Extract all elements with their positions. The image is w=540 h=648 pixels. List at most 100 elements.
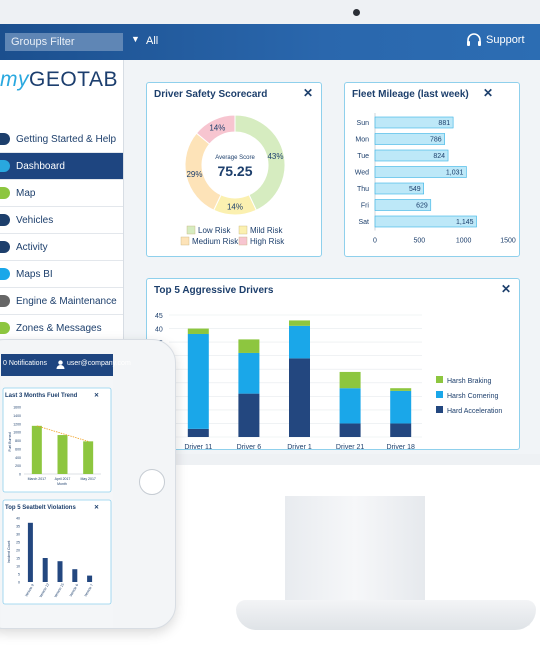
- fuel-bar: [83, 441, 94, 474]
- tablet-dashboard: Last 3 Months Fuel Trend ✕020040060080010…: [2, 387, 112, 605]
- safety-donut-chart: 43% 14% 29% 14% Average Score 75.25 Low Risk Mi…: [180, 114, 286, 246]
- support-label: Support: [486, 34, 525, 46]
- sidebar-item-vehicles[interactable]: Vehicles: [0, 207, 123, 234]
- y-tick-label: Mon: [355, 137, 369, 144]
- y-tick-label: 1600: [13, 406, 21, 410]
- seatbelt-bar: [72, 569, 78, 582]
- maps-bi-icon: [0, 268, 10, 280]
- support-button[interactable]: Support: [466, 33, 525, 47]
- legend-label: Hard Acceleration: [447, 408, 502, 415]
- mileage-bar-chart: Sun 881 Mon 786 Tue 824 Wed 1,031 Thu 549 Fri 629 Sa…: [355, 113, 516, 245]
- help-icon: [0, 133, 10, 145]
- bar-value-label: 1,145: [456, 219, 474, 226]
- sidebar-item-label: Engine & Maintenance: [16, 295, 117, 307]
- y-tick-label: Thu: [357, 186, 369, 193]
- y-tick-label: 25: [16, 541, 20, 545]
- scorecard-panel: Driver Safety Scorecard ✕ 43% 14% 29% 14% Av…: [146, 82, 322, 257]
- top-bar: Groups Filter ▼ All Support: [0, 24, 540, 60]
- sidebar-item-activity[interactable]: Activity: [0, 234, 123, 261]
- logo-brand: GEOTAB: [29, 68, 118, 91]
- stacked-bar-segment: [289, 358, 310, 437]
- bar-value-label: 549: [409, 186, 421, 193]
- legend-label: Low Risk: [198, 226, 231, 235]
- zones-icon: [0, 322, 10, 334]
- legend-label: Mild Risk: [250, 226, 283, 235]
- aggressive-panel: Top 5 Aggressive Drivers ✕ 0510152025303…: [146, 278, 520, 451]
- y-tick-label: 0: [19, 473, 21, 477]
- y-tick-label: Fri: [361, 203, 370, 210]
- fuel-title: Last 3 Months Fuel Trend: [5, 393, 78, 399]
- y-tick-label: 400: [15, 456, 21, 460]
- y-tick-label: Sat: [358, 219, 369, 226]
- legend-swatch: [186, 225, 196, 235]
- sidebar-item-dashboard[interactable]: Dashboard: [0, 153, 123, 180]
- x-tick-label: Driver 6: [237, 444, 262, 451]
- stacked-bar-segment: [238, 393, 260, 437]
- seatbelt-title: Top 5 Seatbelt Violations: [5, 505, 76, 511]
- geotab-logo: myGEOTAB: [0, 68, 118, 92]
- y-tick-label: Sun: [357, 120, 370, 127]
- bar-value-label: 629: [416, 203, 428, 210]
- x-tick-label: 0: [373, 238, 377, 245]
- bar-value-label: 881: [438, 120, 450, 127]
- y-tick-label: 1000: [13, 431, 21, 435]
- sidebar-item-maps-bi[interactable]: Maps BI: [0, 261, 123, 288]
- stacked-bar-segment: [339, 371, 361, 389]
- legend-label: Medium Risk: [192, 237, 239, 246]
- x-tick-label: April 2017: [55, 477, 71, 481]
- slice-label: 14%: [227, 203, 243, 212]
- y-tick-label: 5: [18, 573, 20, 577]
- bar-value-label: 786: [430, 137, 442, 144]
- y-tick-label: 30: [16, 533, 20, 537]
- dashboard-icon: [0, 160, 10, 172]
- y-axis-label: Fuel Burned: [8, 432, 12, 451]
- sidebar-item-label: Map: [16, 187, 36, 199]
- vehicle-icon: [0, 214, 10, 226]
- y-tick-label: 15: [16, 557, 20, 561]
- sidebar-item-zones-messages[interactable]: Zones & Messages: [0, 315, 123, 342]
- stacked-bar-segment: [390, 390, 412, 424]
- x-tick-label: 500: [413, 238, 425, 245]
- sidebar-item-engine-maintenance[interactable]: Engine & Maintenance: [0, 288, 123, 315]
- y-tick-label: 0: [18, 581, 20, 585]
- y-tick-label: 45: [155, 313, 163, 320]
- activity-icon: [0, 241, 10, 253]
- groups-filter-value[interactable]: All: [146, 35, 158, 47]
- sidebar-item-label: Getting Started & Help: [16, 133, 117, 145]
- sidebar-item-label: Maps BI: [16, 268, 53, 280]
- y-tick-label: 40: [16, 517, 20, 521]
- seatbelt-bar: [57, 561, 63, 582]
- y-tick-label: 35: [16, 525, 20, 529]
- seatbelt-bar: [87, 575, 93, 582]
- slice-label: 14%: [209, 123, 225, 132]
- legend-swatch: [436, 391, 443, 398]
- engine-icon: [0, 295, 10, 307]
- aggressive-stacked-chart: 051015202530354045Driver 11Driver 6Drive…: [155, 313, 502, 451]
- x-tick-label: Driver 11: [184, 444, 212, 451]
- groups-filter-input[interactable]: Groups Filter: [5, 33, 123, 51]
- sidebar-item-getting-started-help[interactable]: Getting Started & Help: [0, 126, 123, 153]
- legend-swatch: [180, 236, 190, 246]
- slice-label: 29%: [186, 170, 202, 179]
- x-tick-label: Driver 1: [287, 444, 312, 451]
- close-icon: ✕: [94, 504, 99, 511]
- legend-swatch: [238, 236, 248, 246]
- seatbelt-bar: [27, 522, 33, 582]
- center-label: Average Score: [215, 155, 255, 161]
- legend-swatch: [436, 376, 443, 383]
- tablet-screen: 0 Notifications user@company.com Last 3 …: [1, 354, 131, 628]
- stacked-bar-segment: [289, 325, 310, 359]
- sidebar-item-map[interactable]: Map: [0, 180, 123, 207]
- y-axis-label: Incident Count: [7, 541, 11, 564]
- y-tick-label: Wed: [355, 170, 369, 177]
- fuel-bar: [57, 435, 68, 474]
- stacked-bar-segment: [187, 333, 209, 429]
- sidebar-item-label: Zones & Messages: [16, 322, 102, 334]
- dropdown-arrow-icon[interactable]: ▼: [131, 34, 140, 44]
- y-tick-label: 600: [15, 447, 21, 451]
- seatbelt-bar: [42, 558, 48, 582]
- stacked-bar-segment: [390, 423, 412, 437]
- y-tick-label: 200: [15, 464, 21, 468]
- y-tick-label: 10: [16, 565, 20, 569]
- tablet-home-button[interactable]: [139, 469, 165, 495]
